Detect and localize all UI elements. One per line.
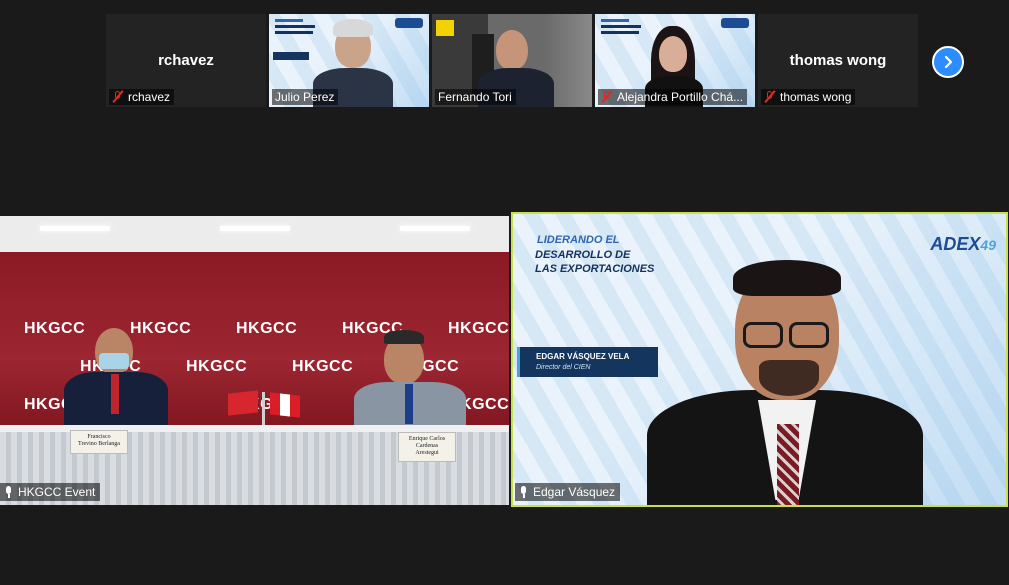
person-hair [333, 19, 373, 37]
lower-third-graphic [273, 52, 309, 60]
participant-name: Alejandra Portillo Chá... [617, 90, 744, 104]
ey-logo-icon [436, 20, 454, 36]
chevron-right-icon [944, 55, 953, 69]
adex-banner-graphic [601, 19, 645, 41]
participant-tile-fernando-tori[interactable]: Fernando Tori [432, 14, 592, 107]
glasses-left-lens [743, 322, 783, 348]
banner-line: LAS EXPORTACIONES [535, 263, 655, 275]
participant-nametag: thomas wong [761, 89, 856, 105]
banner-line: DESARROLLO DE [535, 249, 631, 261]
video-edgar-vasquez[interactable]: LIDERANDO EL DESARROLLO DE LAS EXPORTACI… [511, 212, 1008, 507]
peru-flag [270, 392, 300, 418]
participant-display-name: thomas wong [789, 52, 887, 69]
logo-text: ADEX [930, 234, 981, 254]
participant-tile-julio-perez[interactable]: Julio Perez [269, 14, 429, 107]
placard-line: Francisco [87, 434, 111, 440]
backdrop-wordmark: HKGCC [186, 358, 248, 375]
speaker-right-hair [384, 330, 424, 344]
participant-nametag: rchavez [109, 89, 175, 105]
lower-third-role: Director del CIEN [536, 364, 591, 371]
speaker-right-tie [405, 384, 413, 424]
speaker-left-tie [111, 374, 119, 414]
gallery-strip: rchavez rchavez Julio Perez Fernando Tor… [106, 14, 919, 107]
person-head [496, 30, 528, 70]
ceiling-light [220, 226, 290, 231]
next-page-button[interactable] [932, 46, 964, 78]
mic-muted-icon [112, 91, 124, 103]
adex-logo-icon [395, 18, 423, 28]
video-nametag: HKGCC Event [0, 483, 101, 501]
logo-number: 49 [980, 237, 996, 253]
video-nametag: Edgar Vásquez [515, 483, 621, 501]
glasses-right-lens [789, 322, 829, 348]
participant-nametag: Fernando Tori [435, 89, 516, 105]
backdrop-wordmark: HKGCC [130, 320, 192, 337]
participant-display-name: rchavez [158, 52, 214, 69]
video-hkgcc-event[interactable]: HKGCC HKGCC HKGCC HKGCC HKGCC HKGCC HKGC… [0, 216, 509, 505]
participant-name: rchavez [128, 90, 171, 104]
lower-third-name: EDGAR VÁSQUEZ VELA [536, 352, 630, 361]
backdrop-wordmark: HKGCC [24, 320, 86, 337]
banner-line: LIDERANDO EL [537, 234, 620, 246]
adex-banner-graphic [275, 19, 319, 41]
lower-third: EDGAR VÁSQUEZ VELA Director del CIEN [517, 347, 658, 377]
participant-name: Julio Perez [275, 90, 335, 104]
backdrop-wordmark: HKGCC [292, 358, 354, 375]
ceiling-light [400, 226, 470, 231]
face-mask [99, 353, 129, 369]
video-participant-name: Edgar Vásquez [533, 485, 616, 499]
placard-right: Enrique Carlos Cardenas Arestegui [398, 432, 456, 462]
mic-on-icon [3, 485, 14, 499]
mic-muted-icon [764, 91, 776, 103]
video-participant-name: HKGCC Event [18, 485, 96, 499]
adex-logo-icon [721, 18, 749, 28]
placard-line: Enrique Carlos [408, 436, 446, 442]
participant-nametag: Julio Perez [272, 89, 339, 105]
speaker-beard [759, 360, 819, 396]
speaker-hair [733, 260, 841, 296]
participant-tile-rchavez[interactable]: rchavez rchavez [106, 14, 266, 107]
hong-kong-flag [228, 390, 258, 416]
backdrop-wordmark: HKGCC [448, 320, 509, 337]
participant-name: Fernando Tori [438, 90, 512, 104]
backdrop-wordmark: HKGCC [236, 320, 298, 337]
participant-nametag: Alejandra Portillo Chá... [598, 89, 748, 105]
adex-logo: ADEX49 [930, 234, 996, 255]
placard-line: Arestegui [415, 450, 439, 456]
speaker-tie [777, 424, 799, 505]
person-head [659, 36, 687, 72]
placard-left: Francisco Trevino Berlanga [70, 430, 128, 454]
mic-on-icon [518, 485, 529, 499]
ceiling [0, 216, 509, 252]
ceiling-light [40, 226, 110, 231]
placard-line: Cardenas [415, 443, 439, 449]
placard-line: Trevino Berlanga [78, 441, 120, 447]
participant-tile-alejandra-portillo[interactable]: Alejandra Portillo Chá... [595, 14, 755, 107]
participant-name: thomas wong [780, 90, 852, 104]
participant-tile-thomas-wong[interactable]: thomas wong thomas wong [758, 14, 918, 107]
mic-muted-icon [601, 91, 613, 103]
